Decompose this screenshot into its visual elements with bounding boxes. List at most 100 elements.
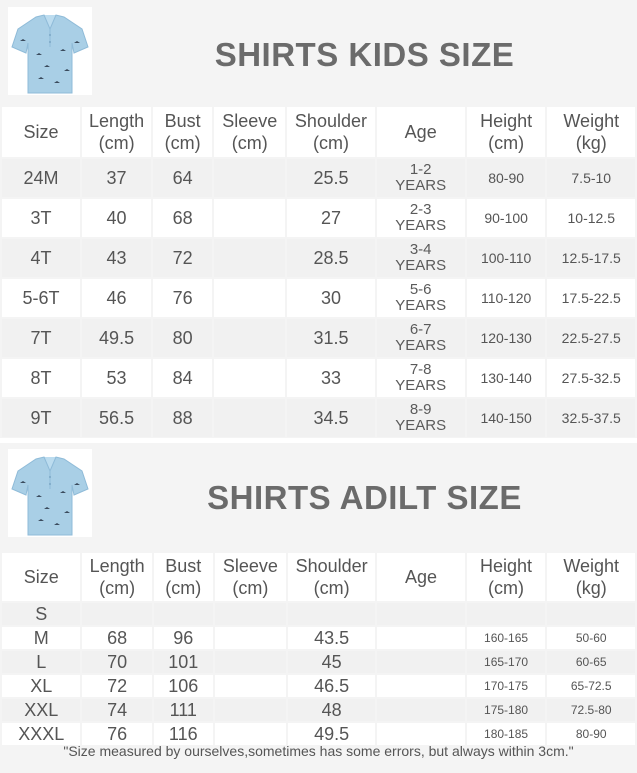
kids-table-cell: 22.5-27.5 [547, 319, 635, 357]
kids-table-cell [214, 399, 286, 437]
kids-table-cell: 46 [81, 279, 152, 317]
kids-table-cell: 88 [153, 399, 213, 437]
kids-table-cell: 30 [287, 279, 375, 317]
kids-table-cell: 130-140 [466, 359, 546, 397]
kids-table-cell: 120-130 [466, 319, 546, 357]
kids-table-row: 9T 56.5 88 34.5 8-9 YEARS 140-150 32.5-37.5 [2, 399, 635, 437]
kids-table-cell: 27 [287, 199, 375, 237]
adult-table-cell: 101 [153, 651, 213, 673]
adult-table-cell: 165-170 [466, 651, 546, 673]
adult-table-cell: 170-175 [466, 675, 546, 697]
kids-table-row: 5-6T 46 76 30 5-6 YEARS 110-120 17.5-22.5 [2, 279, 635, 317]
measurement-note: "Size measured by ourselves,sometimes ha… [63, 743, 574, 759]
adult-header-cell: Shoulder (cm) [287, 553, 376, 601]
kids-table-cell: 37 [81, 159, 152, 197]
adult-table-row: M 68 96 43.5 160-165 50-60 [2, 627, 635, 649]
adult-table-cell [214, 627, 286, 649]
kids-header-cell: Age [376, 107, 465, 157]
adult-table-row: S [2, 603, 635, 625]
kids-table-cell: 84 [153, 359, 213, 397]
adult-header-cell: Size [2, 553, 81, 601]
adult-table-cell: XXL [2, 699, 81, 721]
adult-table-row: XL 72 106 46.5 170-175 65-72.5 [2, 675, 635, 697]
kids-table-cell: 40 [81, 199, 152, 237]
adult-table-row: XXL 74 111 48 175-180 72.5-80 [2, 699, 635, 721]
kids-table-cell: 5-6T [2, 279, 80, 317]
adult-table-cell [82, 603, 152, 625]
kids-table-cell: 140-150 [466, 399, 546, 437]
adult-table-row: L 70 101 45 165-170 60-65 [2, 651, 635, 673]
adult-table-cell: 70 [82, 651, 152, 673]
adult-table-cell: M [2, 627, 81, 649]
adult-table-cell: 46.5 [287, 675, 376, 697]
kids-header: SHIRTS KIDS SIZE [0, 0, 637, 105]
adult-header-cell: Length (cm) [82, 553, 152, 601]
adult-table-cell: 60-65 [547, 651, 635, 673]
kids-table-cell: 4T [2, 239, 80, 277]
adult-table-body: S M 68 96 43.5 160-165 50-60 L 70 101 45 165-170 60-… [2, 603, 635, 745]
kids-table-cell: 34.5 [287, 399, 375, 437]
adult-table-row: XXXL 76 116 49.5 180-185 80-90 [2, 723, 635, 745]
adult-table-cell: 160-165 [466, 627, 546, 649]
adult-table-cell [377, 699, 465, 721]
kids-table-cell: 80 [153, 319, 213, 357]
kids-title: SHIRTS KIDS SIZE [214, 36, 515, 73]
kids-table-cell: 7-8 YEARS [376, 359, 465, 397]
kids-table-body: 24M 37 64 25.5 1-2 YEARS 80-90 7.5-10 3T 40 68 27 2-… [2, 159, 635, 437]
kids-header-cell: Weight (kg) [547, 107, 635, 157]
kids-table-cell: 33 [287, 359, 375, 397]
kids-table-row: 4T 43 72 28.5 3-4 YEARS 100-110 12.5-17.5 [2, 239, 635, 277]
kids-table-row: 3T 40 68 27 2-3 YEARS 90-100 10-12.5 [2, 199, 635, 237]
kids-table-cell: 43 [81, 239, 152, 277]
kids-table-cell [214, 359, 286, 397]
adult-table-cell [377, 651, 465, 673]
adult-table-cell [377, 627, 465, 649]
kids-header-cell: Bust (cm) [153, 107, 213, 157]
adult-table-cell: 43.5 [287, 627, 376, 649]
kids-table-cell: 7T [2, 319, 80, 357]
kids-size-section: SHIRTS KIDS SIZE Size Length (cm) Bust (cm) S… [0, 0, 637, 438]
kids-table-row: 8T 53 84 33 7-8 YEARS 130-140 27.5-32.5 [2, 359, 635, 397]
kids-table-cell [214, 159, 286, 197]
adult-table-cell: XL [2, 675, 81, 697]
adult-table-cell: 68 [82, 627, 152, 649]
kids-table-cell [214, 279, 286, 317]
kids-table-cell: 76 [153, 279, 213, 317]
adult-table-cell: 116 [153, 723, 213, 745]
adult-table-cell: 72 [82, 675, 152, 697]
adult-table-cell: 180-185 [466, 723, 546, 745]
kids-table-cell: 25.5 [287, 159, 375, 197]
adult-table-cell: 76 [82, 723, 152, 745]
kids-table-cell: 8T [2, 359, 80, 397]
adult-table-cell: L [2, 651, 81, 673]
adult-table-cell [214, 699, 286, 721]
kids-table-cell [214, 239, 286, 277]
kids-table-cell: 49.5 [81, 319, 152, 357]
adult-table-cell: 49.5 [287, 723, 376, 745]
kids-header-cell: Sleeve (cm) [214, 107, 286, 157]
adult-header-cell: Bust (cm) [153, 553, 213, 601]
kids-table-row: 24M 37 64 25.5 1-2 YEARS 80-90 7.5-10 [2, 159, 635, 197]
adult-table-cell: 72.5-80 [547, 699, 635, 721]
adult-table-cell: 45 [287, 651, 376, 673]
adult-header-cell: Weight (kg) [547, 553, 635, 601]
adult-table-cell [214, 603, 286, 625]
kids-table-cell: 6-7 YEARS [376, 319, 465, 357]
adult-table-cell [377, 723, 465, 745]
adult-table-cell [466, 603, 546, 625]
adult-table-cell: 74 [82, 699, 152, 721]
adult-table-cell [214, 723, 286, 745]
adult-header-cell: Age [377, 553, 465, 601]
kids-table-cell: 90-100 [466, 199, 546, 237]
kids-table-cell: 1-2 YEARS [376, 159, 465, 197]
adult-table-cell: 111 [153, 699, 213, 721]
adult-table-cell: 48 [287, 699, 376, 721]
adult-table-cell: 106 [153, 675, 213, 697]
shirt-icon [11, 456, 89, 536]
adult-title: SHIRTS ADILT SIZE [207, 479, 522, 516]
adult-table-cell: 96 [153, 627, 213, 649]
kids-table-cell: 3-4 YEARS [376, 239, 465, 277]
kids-table-cell: 28.5 [287, 239, 375, 277]
adult-size-table: Size Length (cm) Bust (cm) Sleeve (cm) Shoulder… [0, 551, 637, 747]
kids-table-cell: 8-9 YEARS [376, 399, 465, 437]
